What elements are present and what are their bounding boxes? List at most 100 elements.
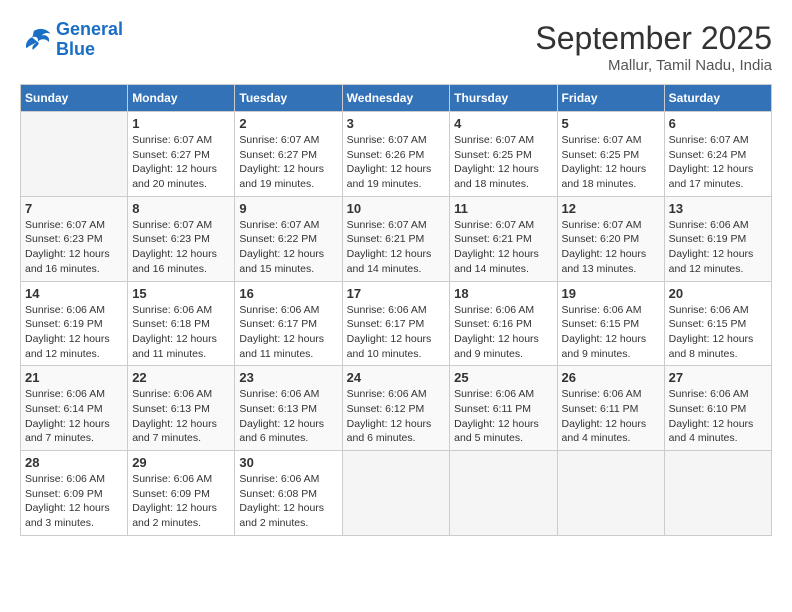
- calendar-cell: 15 Sunrise: 6:06 AM Sunset: 6:18 PM Dayli…: [128, 281, 235, 366]
- day-number: 12: [562, 201, 660, 216]
- day-info: Sunrise: 6:07 AM Sunset: 6:23 PM Dayligh…: [25, 218, 123, 277]
- calendar-cell: 16 Sunrise: 6:06 AM Sunset: 6:17 PM Dayli…: [235, 281, 342, 366]
- day-number: 18: [454, 286, 552, 301]
- logo: General Blue: [20, 20, 123, 60]
- day-info: Sunrise: 6:06 AM Sunset: 6:18 PM Dayligh…: [132, 303, 230, 362]
- day-info: Sunrise: 6:07 AM Sunset: 6:26 PM Dayligh…: [347, 133, 446, 192]
- calendar-cell: [342, 451, 450, 536]
- calendar-cell: 9Sunrise: 6:07 AM Sunset: 6:22 PM Daylig…: [235, 196, 342, 281]
- day-number: 7: [25, 201, 123, 216]
- day-number: 21: [25, 370, 123, 385]
- calendar-cell: 18 Sunrise: 6:06 AM Sunset: 6:16 PM Dayli…: [450, 281, 557, 366]
- day-number: 14: [25, 286, 123, 301]
- day-number: 16: [239, 286, 337, 301]
- day-number: 17: [347, 286, 446, 301]
- day-info: Sunrise: 6:06 AM Sunset: 6:16 PM Dayligh…: [454, 303, 552, 362]
- day-info: Sunrise: 6:07 AM Sunset: 6:21 PM Dayligh…: [454, 218, 552, 277]
- day-number: 15: [132, 286, 230, 301]
- day-number: 22: [132, 370, 230, 385]
- calendar-header-row: SundayMondayTuesdayWednesdayThursdayFrid…: [21, 85, 772, 112]
- day-number: 23: [239, 370, 337, 385]
- col-header-saturday: Saturday: [664, 85, 771, 112]
- day-info: Sunrise: 6:06 AM Sunset: 6:14 PM Dayligh…: [25, 387, 123, 446]
- col-header-thursday: Thursday: [450, 85, 557, 112]
- day-info: Sunrise: 6:06 AM Sunset: 6:11 PM Dayligh…: [562, 387, 660, 446]
- day-number: 5: [562, 116, 660, 131]
- day-info: Sunrise: 6:06 AM Sunset: 6:12 PM Dayligh…: [347, 387, 446, 446]
- calendar-cell: 13Sunrise: 6:06 AM Sunset: 6:19 PM Dayli…: [664, 196, 771, 281]
- calendar-cell: 29 Sunrise: 6:06 AM Sunset: 6:09 PM Dayli…: [128, 451, 235, 536]
- col-header-tuesday: Tuesday: [235, 85, 342, 112]
- day-info: Sunrise: 6:07 AM Sunset: 6:25 PM Dayligh…: [562, 133, 660, 192]
- calendar-cell: [664, 451, 771, 536]
- day-info: Sunrise: 6:06 AM Sunset: 6:09 PM Dayligh…: [25, 472, 123, 531]
- logo-text: General Blue: [56, 20, 123, 60]
- day-info: Sunrise: 6:06 AM Sunset: 6:13 PM Dayligh…: [239, 387, 337, 446]
- day-info: Sunrise: 6:06 AM Sunset: 6:19 PM Dayligh…: [669, 218, 767, 277]
- day-number: 27: [669, 370, 767, 385]
- day-number: 19: [562, 286, 660, 301]
- day-info: Sunrise: 6:06 AM Sunset: 6:15 PM Dayligh…: [669, 303, 767, 362]
- title-block: September 2025 Mallur, Tamil Nadu, India: [535, 20, 772, 74]
- calendar-cell: 23 Sunrise: 6:06 AM Sunset: 6:13 PM Dayli…: [235, 366, 342, 451]
- day-info: Sunrise: 6:06 AM Sunset: 6:10 PM Dayligh…: [669, 387, 767, 446]
- calendar-cell: 2Sunrise: 6:07 AM Sunset: 6:27 PM Daylig…: [235, 112, 342, 197]
- calendar-cell: 1Sunrise: 6:07 AM Sunset: 6:27 PM Daylig…: [128, 112, 235, 197]
- calendar-cell: 20 Sunrise: 6:06 AM Sunset: 6:15 PM Dayli…: [664, 281, 771, 366]
- day-info: Sunrise: 6:06 AM Sunset: 6:13 PM Dayligh…: [132, 387, 230, 446]
- calendar-week-row: 1Sunrise: 6:07 AM Sunset: 6:27 PM Daylig…: [21, 112, 772, 197]
- calendar-cell: 10Sunrise: 6:07 AM Sunset: 6:21 PM Dayli…: [342, 196, 450, 281]
- day-info: Sunrise: 6:07 AM Sunset: 6:23 PM Dayligh…: [132, 218, 230, 277]
- calendar-week-row: 28 Sunrise: 6:06 AM Sunset: 6:09 PM Dayli…: [21, 451, 772, 536]
- day-number: 29: [132, 455, 230, 470]
- month-title: September 2025: [535, 20, 772, 57]
- calendar-cell: [450, 451, 557, 536]
- day-info: Sunrise: 6:07 AM Sunset: 6:24 PM Dayligh…: [669, 133, 767, 192]
- calendar-cell: 12 Sunrise: 6:07 AM Sunset: 6:20 PM Dayli…: [557, 196, 664, 281]
- day-info: Sunrise: 6:06 AM Sunset: 6:17 PM Dayligh…: [239, 303, 337, 362]
- day-number: 1: [132, 116, 230, 131]
- calendar-cell: 5 Sunrise: 6:07 AM Sunset: 6:25 PM Daylig…: [557, 112, 664, 197]
- col-header-friday: Friday: [557, 85, 664, 112]
- calendar-cell: [557, 451, 664, 536]
- col-header-monday: Monday: [128, 85, 235, 112]
- day-number: 2: [239, 116, 337, 131]
- calendar-cell: 7 Sunrise: 6:07 AM Sunset: 6:23 PM Daylig…: [21, 196, 128, 281]
- day-info: Sunrise: 6:06 AM Sunset: 6:15 PM Dayligh…: [562, 303, 660, 362]
- calendar-cell: 8Sunrise: 6:07 AM Sunset: 6:23 PM Daylig…: [128, 196, 235, 281]
- calendar-cell: 14 Sunrise: 6:06 AM Sunset: 6:19 PM Dayli…: [21, 281, 128, 366]
- day-number: 10: [347, 201, 446, 216]
- calendar-cell: 4 Sunrise: 6:07 AM Sunset: 6:25 PM Daylig…: [450, 112, 557, 197]
- day-info: Sunrise: 6:06 AM Sunset: 6:19 PM Dayligh…: [25, 303, 123, 362]
- calendar-cell: [21, 112, 128, 197]
- page-header: General Blue September 2025 Mallur, Tami…: [20, 20, 772, 74]
- location-subtitle: Mallur, Tamil Nadu, India: [535, 57, 772, 74]
- day-number: 24: [347, 370, 446, 385]
- day-number: 20: [669, 286, 767, 301]
- calendar-cell: 22 Sunrise: 6:06 AM Sunset: 6:13 PM Dayli…: [128, 366, 235, 451]
- calendar-cell: 26Sunrise: 6:06 AM Sunset: 6:11 PM Dayli…: [557, 366, 664, 451]
- calendar-cell: 21 Sunrise: 6:06 AM Sunset: 6:14 PM Dayli…: [21, 366, 128, 451]
- day-number: 9: [239, 201, 337, 216]
- calendar-week-row: 21 Sunrise: 6:06 AM Sunset: 6:14 PM Dayli…: [21, 366, 772, 451]
- day-number: 3: [347, 116, 446, 131]
- day-number: 4: [454, 116, 552, 131]
- day-number: 28: [25, 455, 123, 470]
- col-header-wednesday: Wednesday: [342, 85, 450, 112]
- day-number: 11: [454, 201, 552, 216]
- col-header-sunday: Sunday: [21, 85, 128, 112]
- calendar-week-row: 14 Sunrise: 6:06 AM Sunset: 6:19 PM Dayli…: [21, 281, 772, 366]
- day-info: Sunrise: 6:06 AM Sunset: 6:09 PM Dayligh…: [132, 472, 230, 531]
- day-info: Sunrise: 6:06 AM Sunset: 6:17 PM Dayligh…: [347, 303, 446, 362]
- day-number: 30: [239, 455, 337, 470]
- calendar-cell: 24 Sunrise: 6:06 AM Sunset: 6:12 PM Dayli…: [342, 366, 450, 451]
- day-info: Sunrise: 6:06 AM Sunset: 6:11 PM Dayligh…: [454, 387, 552, 446]
- calendar-cell: 17 Sunrise: 6:06 AM Sunset: 6:17 PM Dayli…: [342, 281, 450, 366]
- calendar-cell: 11 Sunrise: 6:07 AM Sunset: 6:21 PM Dayli…: [450, 196, 557, 281]
- calendar-week-row: 7 Sunrise: 6:07 AM Sunset: 6:23 PM Daylig…: [21, 196, 772, 281]
- day-info: Sunrise: 6:07 AM Sunset: 6:20 PM Dayligh…: [562, 218, 660, 277]
- day-info: Sunrise: 6:06 AM Sunset: 6:08 PM Dayligh…: [239, 472, 337, 531]
- day-info: Sunrise: 6:07 AM Sunset: 6:25 PM Dayligh…: [454, 133, 552, 192]
- calendar-cell: 25Sunrise: 6:06 AM Sunset: 6:11 PM Dayli…: [450, 366, 557, 451]
- logo-icon: [20, 26, 52, 54]
